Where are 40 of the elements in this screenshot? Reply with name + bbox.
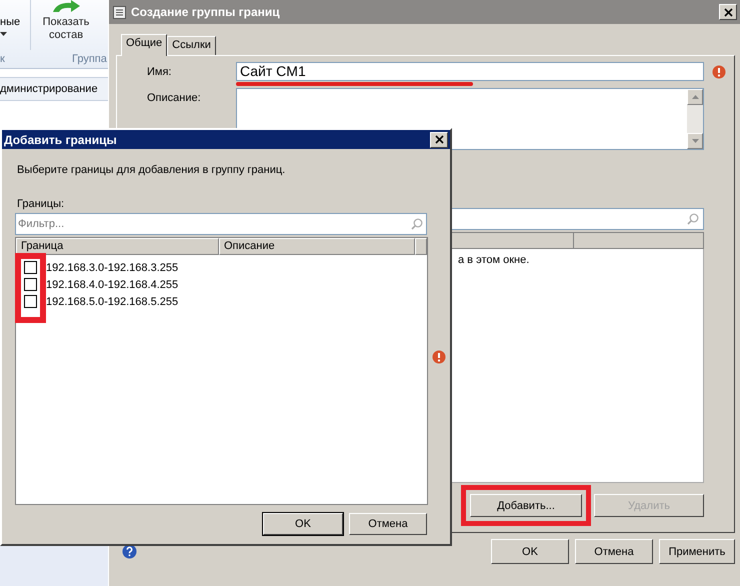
name-field[interactable]: Сайт CM1	[236, 62, 704, 81]
dialog-button[interactable]: Отмена	[575, 539, 653, 564]
close-icon	[434, 135, 444, 144]
window-title: Создание группы границ	[131, 5, 281, 19]
search-icon	[687, 213, 699, 225]
checkbox[interactable]	[24, 278, 37, 291]
dialog-button[interactable]: OK	[263, 513, 343, 535]
tab[interactable]: Общие	[121, 34, 168, 56]
checkbox[interactable]	[24, 295, 37, 308]
arrow-icon	[51, 0, 81, 12]
add-button[interactable]: Добавить...	[470, 494, 582, 517]
window-icon	[113, 6, 126, 18]
instruction-text: Выберите границы для добавления в группу границ.	[17, 164, 286, 176]
field-label: Описание:	[147, 91, 202, 104]
ribbon-button-label[interactable]: ные	[0, 16, 20, 28]
filter-field[interactable]: Фильтр...	[15, 213, 427, 235]
checkbox[interactable]	[24, 261, 37, 274]
list-item-text: 192.168.5.0-192.168.5.255	[46, 296, 178, 308]
caret-icon	[0, 32, 7, 36]
close-button[interactable]	[719, 4, 737, 20]
list-item-text: 192.168.3.0-192.168.3.255	[46, 262, 178, 274]
column-header[interactable]: Описание	[219, 238, 415, 255]
ribbon-group-label: к	[0, 53, 6, 65]
search-icon	[411, 218, 423, 230]
field-label: Имя:	[147, 65, 172, 78]
dialog-button[interactable]: OK	[491, 539, 569, 564]
field-label: Границы:	[17, 198, 66, 210]
list-item-text: 192.168.4.0-192.168.4.255	[46, 278, 178, 290]
empty-list-message: а в этом окне.	[458, 254, 530, 266]
ribbon-button[interactable]: Показать состав	[31, 0, 101, 50]
navigation-tab[interactable]: дминистрирование	[0, 77, 108, 101]
close-button[interactable]	[430, 132, 448, 148]
window-title: Добавить границы	[4, 132, 118, 146]
dialog-button[interactable]: Отмена	[349, 513, 427, 535]
dialog-button[interactable]: Применить	[659, 539, 735, 564]
column-header[interactable]: Граница	[16, 238, 219, 255]
ribbon-group-label: Группа	[72, 53, 107, 65]
column-header[interactable]	[415, 238, 428, 255]
tab[interactable]: Ссылки	[167, 36, 216, 55]
close-icon	[724, 8, 732, 16]
